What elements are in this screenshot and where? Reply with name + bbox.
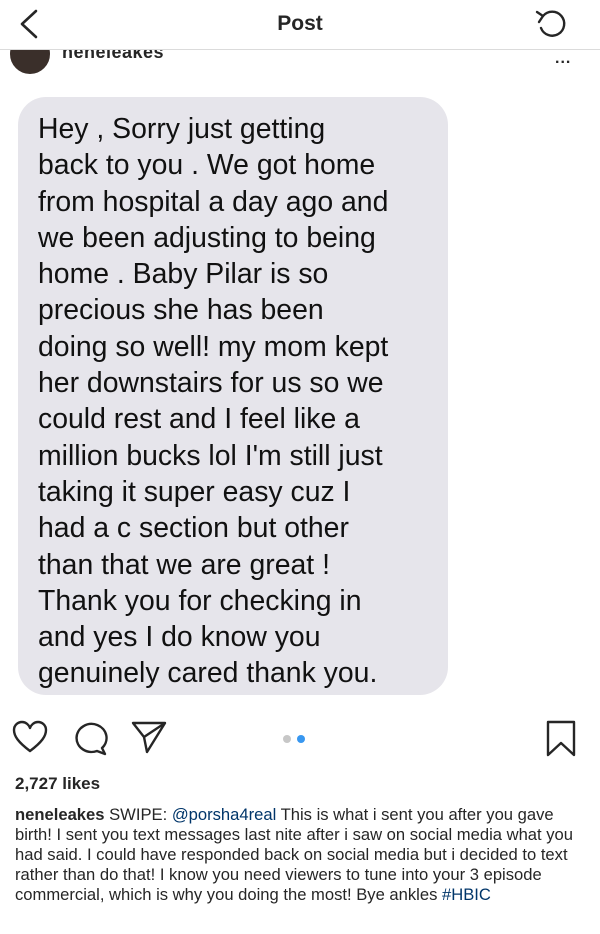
top-nav: Post [0,0,600,50]
message-text: Hey , Sorry just getting back to you . W… [38,113,389,690]
bookmark-icon[interactable] [545,720,577,758]
heart-icon[interactable] [12,720,48,754]
action-bar [0,702,600,772]
carousel-indicator [283,735,313,745]
avatar[interactable] [8,50,52,76]
likes-count[interactable]: 2,727 likes [15,774,100,794]
post-header: neneleakes ... [0,50,600,94]
post-caption: neneleakes SWIPE: @porsha4real This is w… [15,805,585,905]
caption-hashtag[interactable]: #HBIC [442,885,491,904]
post-username[interactable]: neneleakes [62,50,164,63]
message-bubble: Hey , Sorry just getting back to you . W… [18,97,448,695]
comment-icon[interactable] [72,720,108,756]
refresh-icon[interactable] [533,6,571,42]
caption-pre: SWIPE: [109,805,172,824]
carousel-dot [283,735,291,743]
caption-mention[interactable]: @porsha4real [172,805,276,824]
paper-plane-icon[interactable] [131,720,167,754]
page-title: Post [277,12,323,35]
post-image[interactable]: Hey , Sorry just getting back to you . W… [0,89,600,702]
caption-username[interactable]: neneleakes [15,805,104,824]
carousel-dot-active [297,735,305,743]
more-options-icon[interactable]: ... [555,50,571,68]
